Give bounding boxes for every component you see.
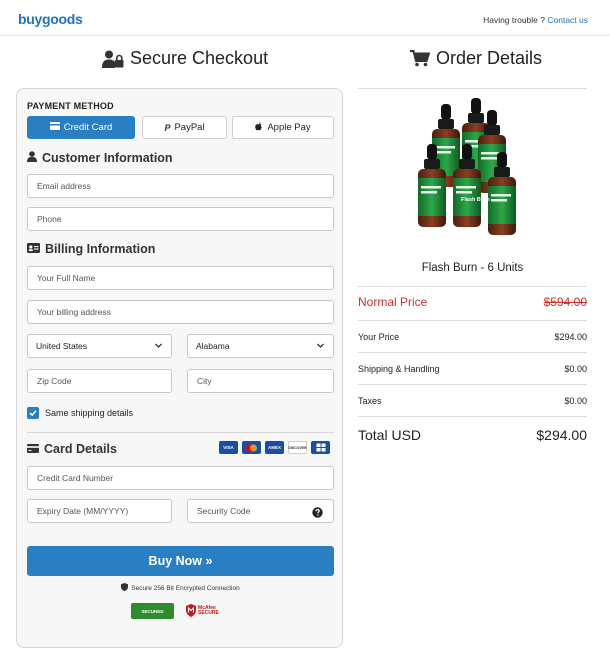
divider	[358, 320, 587, 321]
trouble-label: Having trouble ?	[483, 15, 545, 25]
chevron-down-icon	[316, 341, 325, 352]
state-value: Alabama	[196, 341, 230, 351]
credit-card-tab[interactable]: Credit Card	[27, 116, 135, 139]
shipping-label: Shipping & Handling	[358, 364, 440, 374]
secured-badge: SECURED	[131, 603, 174, 619]
normal-price-label: Normal Price	[358, 295, 428, 309]
cart-icon	[410, 50, 430, 67]
credit-card-tab-label: Credit Card	[63, 122, 113, 133]
secure-checkout-title: Secure Checkout	[102, 48, 268, 69]
country-value: United States	[36, 341, 88, 351]
accepted-cards: VISA AMEX DISCOVER	[219, 441, 330, 454]
normal-price-row: Normal Price $594.00	[358, 295, 587, 309]
expiry-date-input[interactable]	[28, 500, 171, 522]
mastercard-icon	[242, 441, 261, 454]
card-number-input[interactable]	[28, 467, 333, 489]
customer-info-label: Customer Information	[42, 151, 173, 165]
order-details-title: Order Details	[410, 48, 542, 69]
normal-price-value: $594.00	[543, 295, 587, 309]
city-field[interactable]	[187, 369, 334, 393]
apple-pay-tab[interactable]: Apple Pay	[232, 116, 334, 139]
paypal-tab[interactable]: P PayPal	[142, 116, 227, 139]
mcafee-text: McAfee SECURE	[198, 605, 219, 616]
shield-icon	[121, 583, 129, 593]
mcafee-shield-icon	[186, 603, 196, 619]
top-header: buygoods Having trouble ? Contact us	[0, 0, 610, 36]
user-icon	[27, 151, 37, 165]
same-shipping-row[interactable]: Same shipping details	[27, 407, 133, 419]
credit-card-icon	[27, 442, 39, 456]
amex-icon: AMEX	[265, 441, 284, 454]
card-details-label: Card Details	[44, 442, 117, 456]
secure-connection-note: Secure 256 Bit Encrypted Connection	[17, 583, 344, 593]
chevron-down-icon	[154, 341, 163, 352]
phone-field[interactable]	[27, 207, 334, 231]
product-name: Flash Burn - 6 Units	[421, 262, 524, 274]
mcafee-badge: McAfee SECURE	[186, 603, 228, 619]
taxes-label: Taxes	[358, 396, 382, 406]
help-text: Having trouble ? Contact us	[483, 15, 588, 25]
state-select[interactable]: Alabama	[187, 334, 334, 358]
total-row: Total USD $294.00	[358, 427, 587, 443]
billing-address-input[interactable]	[28, 301, 333, 323]
shipping-value: $0.00	[564, 364, 587, 374]
city-input[interactable]	[188, 370, 333, 392]
taxes-value: $0.00	[564, 396, 587, 406]
billing-info-heading: Billing Information	[27, 242, 155, 256]
total-value: $294.00	[536, 427, 587, 443]
discover-icon: DISCOVER	[288, 441, 307, 454]
buy-now-button[interactable]: Buy Now »	[27, 546, 334, 576]
order-details-label: Order Details	[436, 48, 543, 68]
taxes-row: Taxes $0.00	[358, 396, 587, 406]
order-top-divider	[358, 88, 587, 89]
divider	[358, 416, 587, 417]
paypal-tab-label: PayPal	[174, 122, 205, 133]
full-name-input[interactable]	[28, 267, 333, 289]
security-badges: SECURED McAfee SECURE	[131, 603, 228, 619]
customer-info-heading: Customer Information	[27, 151, 173, 165]
divider	[358, 286, 587, 287]
buygoods-logo[interactable]: buygoods	[18, 11, 83, 27]
billing-address-field[interactable]	[27, 300, 334, 324]
same-shipping-label: Same shipping details	[45, 408, 134, 418]
product-bottles-image: Flash Burn	[418, 98, 516, 235]
divider	[27, 432, 334, 433]
expiry-date-field[interactable]	[27, 499, 172, 523]
shipping-row: Shipping & Handling $0.00	[358, 364, 587, 374]
secure-note-text: Secure 256 Bit Encrypted Connection	[131, 584, 240, 592]
divider	[358, 384, 587, 385]
id-card-icon	[27, 242, 40, 256]
question-circle-icon[interactable]	[312, 505, 323, 523]
country-select[interactable]: United States	[27, 334, 172, 358]
payment-method-label: PAYMENT METHOD	[27, 101, 114, 111]
card-number-field[interactable]	[27, 466, 334, 490]
phone-input[interactable]	[28, 208, 333, 230]
credit-card-icon	[49, 122, 60, 133]
security-code-field[interactable]	[187, 499, 334, 523]
paypal-icon: P	[164, 122, 171, 133]
total-label: Total USD	[358, 427, 422, 443]
secure-checkout-label: Secure Checkout	[130, 48, 269, 68]
contact-us-link[interactable]: Contact us	[547, 15, 588, 25]
card-details-heading: Card Details	[27, 442, 117, 456]
user-lock-icon	[102, 50, 124, 68]
apple-icon	[255, 121, 263, 134]
divider	[358, 352, 587, 353]
same-shipping-checkbox[interactable]	[27, 407, 39, 419]
email-field[interactable]	[27, 174, 334, 198]
zip-code-input[interactable]	[28, 370, 171, 392]
zip-code-field[interactable]	[27, 369, 172, 393]
visa-icon: VISA	[219, 441, 238, 454]
apple-pay-tab-label: Apple Pay	[267, 122, 311, 133]
email-input[interactable]	[28, 175, 333, 197]
checkout-form-card: PAYMENT METHOD Credit Card P PayPal Appl…	[16, 88, 343, 648]
your-price-value: $294.00	[554, 332, 587, 342]
your-price-row: Your Price $294.00	[358, 332, 587, 342]
billing-info-label: Billing Information	[45, 242, 156, 256]
your-price-label: Your Price	[358, 332, 400, 342]
full-name-field[interactable]	[27, 266, 334, 290]
diners-icon	[311, 441, 330, 454]
bottle-label: Flash Burn	[461, 197, 490, 203]
